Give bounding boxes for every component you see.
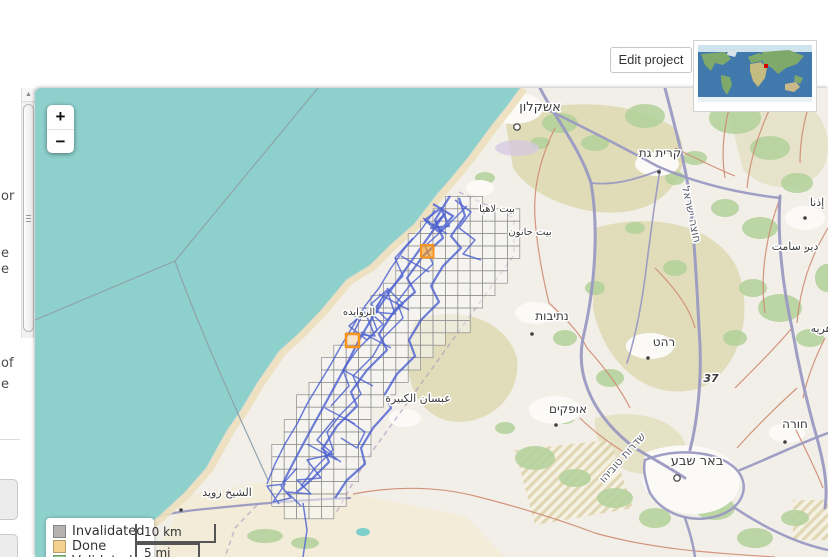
- scale-mi: 5 mi: [135, 543, 200, 557]
- legend-swatch: [53, 540, 66, 553]
- map-label-hura: חורה: [782, 417, 808, 431]
- world-map-image: [698, 45, 812, 102]
- map-label-road-37: 37: [703, 372, 719, 385]
- sidebar-text-fragment: or: [1, 189, 15, 204]
- zoom-in-button[interactable]: +: [47, 105, 74, 129]
- map-label-hureh-partial: هريه: [811, 322, 828, 335]
- map-canvas[interactable]: אשקלוןקרית גתחוצה ישראל إذنادير سامتרהטנת…: [35, 88, 828, 557]
- page: or e e of e ▲ אשקלון קרית גת חוצה ישראל إذنا دير…: [0, 0, 828, 557]
- sidebar-text-fragment: of: [1, 356, 14, 371]
- map-scale-bar: 10 km 5 mi: [135, 524, 216, 557]
- map-label-sheikh-zuweid: الشيخ زويد: [202, 486, 252, 499]
- selected-task-square[interactable]: [344, 332, 361, 349]
- map-label-abasan-al-kabira: عبسان الكبيرة: [385, 392, 451, 405]
- map-label-rahat: רהט: [653, 335, 675, 349]
- map-label-netivot: נתיבות: [535, 309, 568, 323]
- legend-label: Invalidated: [72, 524, 145, 539]
- map-label-beit-lahia: بيت لاهيا: [479, 204, 515, 215]
- legend-item: Invalidated: [53, 524, 145, 539]
- scrollbar-thumb[interactable]: [22, 104, 34, 332]
- map-label-idhna: إذنا: [810, 196, 824, 209]
- sidebar-text-fragment: e: [1, 377, 9, 392]
- scrollbar-up-arrow-icon[interactable]: ▲: [22, 88, 35, 102]
- zoom-out-button[interactable]: −: [47, 129, 74, 153]
- legend-label: Done: [72, 539, 107, 554]
- map-panel[interactable]: אשקלון קרית גת חוצה ישראל إذنا دير سامت רהט נת…: [35, 88, 828, 557]
- sidebar-text-fragment: e: [1, 246, 9, 261]
- map-label-ofakim: אופקים: [549, 402, 587, 416]
- map-label-kiryat-gat: קרית גת: [639, 146, 682, 160]
- sidebar-scrollbar[interactable]: ▲: [21, 88, 35, 338]
- locked-task-square[interactable]: [420, 244, 435, 259]
- project-location-marker: [764, 64, 768, 68]
- map-label-beer-sheva: באר שבע: [671, 454, 724, 469]
- world-locator-minimap[interactable]: [693, 40, 817, 112]
- map-label-deir-samet: دير سامت: [772, 240, 819, 253]
- scrollbar-grip-icon: [25, 218, 31, 219]
- legend-swatch: [53, 525, 66, 538]
- map-label-az-zawayda: الزوايده: [343, 307, 375, 318]
- map-zoom-control: + −: [47, 105, 74, 153]
- sidebar-divider: [0, 439, 20, 440]
- legend-item: Done: [53, 539, 145, 554]
- map-label-beit-hanoun: بيت حانون: [508, 227, 551, 238]
- sidebar-button-stub[interactable]: [0, 479, 18, 520]
- sidebar-text-fragment: e: [1, 262, 9, 277]
- edit-project-button[interactable]: Edit project: [610, 47, 692, 73]
- scale-km: 10 km: [135, 524, 216, 543]
- sidebar-button-stub[interactable]: [0, 534, 18, 557]
- map-label-ashkelon: אשקלון: [519, 100, 561, 115]
